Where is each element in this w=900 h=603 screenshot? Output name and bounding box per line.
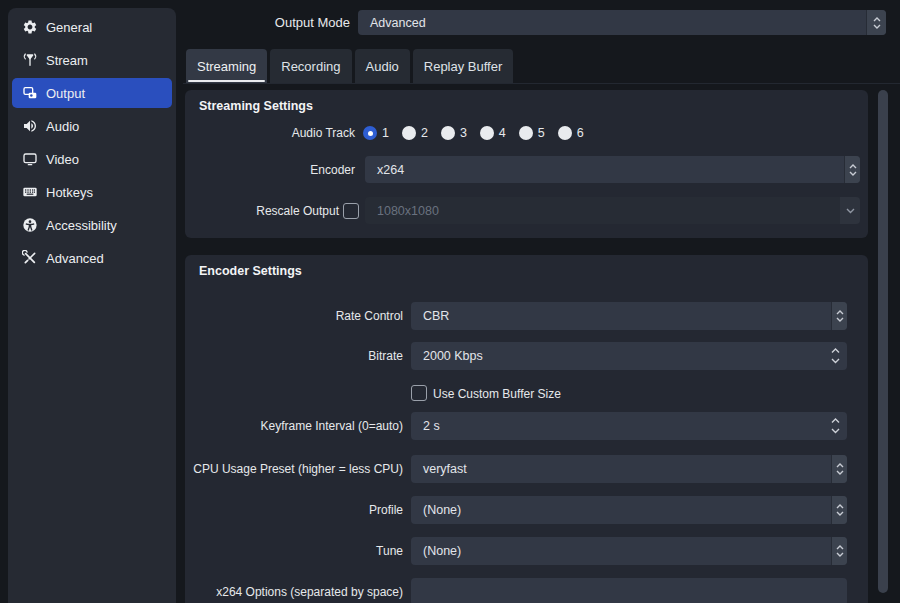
audio-track-label: Audio Track: [125, 120, 355, 147]
sidebar-label-hotkeys: Hotkeys: [46, 185, 93, 200]
combo-arrows-icon: [844, 156, 860, 183]
profile-select[interactable]: (None): [411, 496, 847, 524]
tab-recording[interactable]: Recording: [270, 49, 351, 83]
encoder-settings-card: Encoder Settings Rate Control CBR Bitrat…: [185, 255, 868, 603]
spin-down-icon[interactable]: [831, 428, 840, 434]
tune-select[interactable]: (None): [411, 537, 847, 565]
sidebar-item-output[interactable]: Output: [12, 78, 172, 108]
audio-track-4[interactable]: 4: [480, 126, 506, 140]
radio-icon: [558, 126, 572, 140]
streaming-settings-title: Streaming Settings: [199, 99, 313, 113]
x264-options-label: x264 Options (separated by space): [123, 578, 403, 603]
sidebar-item-stream[interactable]: Stream: [12, 45, 172, 75]
combo-arrows-icon: [831, 537, 847, 565]
keyboard-icon: [22, 184, 38, 200]
cpu-preset-select[interactable]: veryfast: [411, 455, 847, 483]
sidebar-item-advanced[interactable]: Advanced: [12, 243, 172, 273]
radio-icon: [363, 126, 377, 140]
sidebar-label-audio: Audio: [46, 119, 79, 134]
x264-options-input[interactable]: [411, 578, 847, 603]
tools-icon: [22, 250, 38, 266]
antenna-icon: [22, 52, 38, 68]
sidebar-label-general: General: [46, 20, 92, 35]
audio-track-6[interactable]: 6: [558, 126, 584, 140]
streaming-settings-card: Streaming Settings Audio Track 1 2 3 4 5…: [185, 90, 868, 238]
speaker-icon: [22, 118, 38, 134]
custom-buffer-label: Use Custom Buffer Size: [433, 387, 561, 401]
audio-track-5[interactable]: 5: [519, 126, 545, 140]
encoder-settings-title: Encoder Settings: [199, 264, 302, 278]
sidebar-label-output: Output: [46, 86, 85, 101]
profile-label: Profile: [123, 496, 403, 523]
custom-buffer-checkbox[interactable]: [411, 385, 427, 401]
output-mode-select[interactable]: Advanced: [358, 10, 886, 35]
rescale-resolution-select[interactable]: 1080x1080: [365, 197, 860, 224]
output-mode-label: Output Mode: [186, 10, 350, 35]
radio-icon: [519, 126, 533, 140]
rescale-output-label: Rescale Output: [125, 197, 339, 224]
rate-control-label: Rate Control: [123, 302, 403, 329]
output-tabs: Streaming Recording Audio Replay Buffer: [186, 49, 513, 83]
scrollbar-thumb[interactable]: [878, 90, 888, 593]
cpu-preset-label: CPU Usage Preset (higher = less CPU): [123, 455, 403, 482]
bitrate-label: Bitrate: [123, 342, 403, 369]
rate-control-select[interactable]: CBR: [411, 302, 847, 330]
sidebar-label-accessibility: Accessibility: [46, 218, 117, 233]
monitor-icon: [22, 151, 38, 167]
keyframe-interval-spinbox[interactable]: 2 s: [411, 412, 847, 440]
combo-arrows-icon: [831, 496, 847, 524]
dropdown-arrow-icon: [840, 197, 860, 224]
accessibility-icon: [22, 217, 38, 233]
tabbar-divider: [183, 83, 900, 84]
bitrate-spinbox[interactable]: 2000 Kbps: [411, 342, 847, 370]
audio-track-2[interactable]: 2: [402, 126, 428, 140]
output-icon: [22, 85, 38, 101]
rescale-output-checkbox[interactable]: [343, 203, 359, 219]
tab-audio[interactable]: Audio: [355, 49, 410, 83]
encoder-select[interactable]: x264: [365, 156, 860, 183]
tab-streaming[interactable]: Streaming: [186, 49, 267, 83]
audio-track-3[interactable]: 3: [441, 126, 467, 140]
sidebar-label-stream: Stream: [46, 53, 88, 68]
radio-icon: [441, 126, 455, 140]
audio-track-radios: 1 2 3 4 5 6: [363, 126, 597, 140]
encoder-label: Encoder: [125, 156, 355, 183]
tab-replay-buffer[interactable]: Replay Buffer: [413, 49, 514, 83]
sidebar-label-advanced: Advanced: [46, 251, 104, 266]
gear-icon: [22, 19, 38, 35]
sidebar-item-general[interactable]: General: [12, 12, 172, 42]
spin-up-icon[interactable]: [831, 348, 840, 354]
radio-icon: [480, 126, 494, 140]
radio-icon: [402, 126, 416, 140]
combo-arrows-icon: [831, 302, 847, 330]
output-mode-value: Advanced: [370, 10, 426, 35]
keyframe-interval-label: Keyframe Interval (0=auto): [123, 412, 403, 439]
combo-arrows-icon: [831, 455, 847, 483]
spin-up-icon[interactable]: [831, 418, 840, 424]
audio-track-1[interactable]: 1: [363, 126, 389, 140]
sidebar-label-video: Video: [46, 152, 79, 167]
combo-arrows-icon: [866, 10, 886, 35]
tune-label: Tune: [123, 537, 403, 564]
spin-down-icon[interactable]: [831, 358, 840, 364]
